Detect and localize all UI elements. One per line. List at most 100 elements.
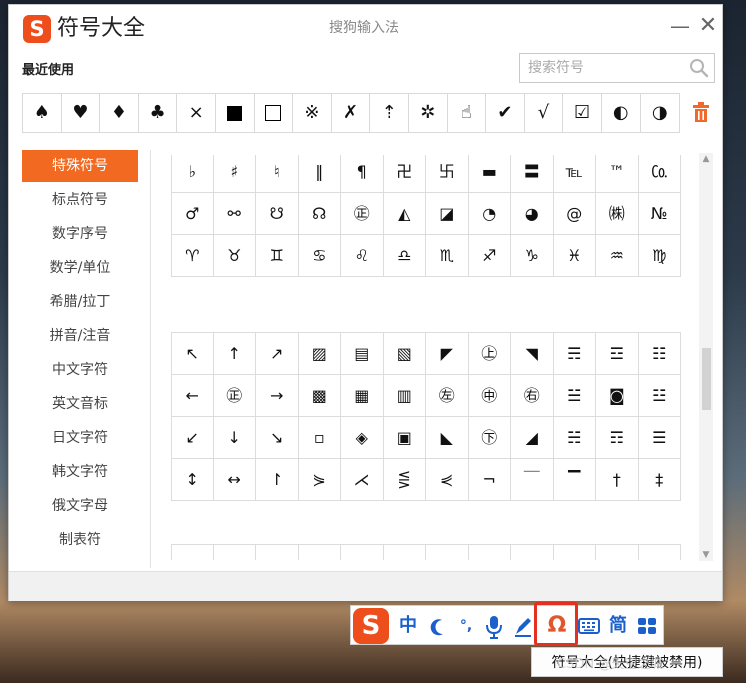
symbol-cell[interactable] — [214, 545, 256, 560]
symbol-cell[interactable]: ⋞ — [426, 459, 469, 501]
symbol-cell[interactable] — [384, 545, 426, 560]
symbol-cell[interactable] — [426, 545, 469, 560]
category-chinese-chars[interactable]: 中文字符 — [22, 354, 138, 386]
microphone-icon[interactable] — [483, 610, 505, 642]
symbol-cell[interactable]: ↑ — [213, 333, 256, 375]
symbol-cell[interactable]: ㊦ — [468, 417, 511, 459]
category-korean[interactable]: 韩文字符 — [22, 456, 138, 488]
minimize-button[interactable]: — — [667, 13, 693, 39]
symbol-cell[interactable]: ⚯ — [213, 193, 256, 235]
symbol-cell[interactable]: ▦ — [341, 375, 384, 417]
symbol-cell[interactable]: ♯ — [213, 155, 256, 193]
recent-symbol[interactable]: ◑ — [641, 94, 680, 132]
symbol-cell[interactable]: ㊨ — [511, 375, 554, 417]
category-numbers[interactable]: 数字序号 — [22, 218, 138, 250]
symbol-cell[interactable]: ™ — [596, 155, 639, 193]
symbol-cell[interactable]: ♉ — [213, 235, 256, 277]
symbol-cell[interactable]: ☊ — [298, 193, 341, 235]
symbol-cell[interactable]: ◙ — [596, 375, 639, 417]
symbol-cell[interactable] — [511, 545, 554, 560]
recent-symbol[interactable]: ☝ — [448, 94, 487, 132]
symbol-cell[interactable]: ↔ — [213, 459, 256, 501]
scroll-up-icon[interactable]: ▲ — [699, 153, 713, 165]
recent-symbol[interactable]: ✔ — [486, 94, 525, 132]
search-input[interactable] — [520, 54, 684, 82]
symbol-cell[interactable]: ☱ — [553, 375, 596, 417]
symbol-cell[interactable]: ♭ — [171, 155, 214, 193]
empty-square-symbol[interactable] — [255, 94, 294, 132]
symbol-cell[interactable]: ▨ — [298, 333, 341, 375]
symbol-cell[interactable]: ▫ — [298, 417, 341, 459]
symbol-cell[interactable]: ㊤ — [468, 333, 511, 375]
symbol-cell[interactable] — [596, 545, 639, 560]
symbol-cell[interactable]: ◪ — [426, 193, 469, 235]
symbol-cell[interactable]: ▤ — [341, 333, 384, 375]
toolbox-icon[interactable] — [635, 610, 659, 642]
symbol-cell[interactable]: ㏇ — [638, 155, 681, 193]
title-bar[interactable]: S 符号大全 搜狗输入法 — ✕ — [9, 5, 722, 53]
symbol-cell[interactable]: ☰ — [638, 417, 681, 459]
trash-icon[interactable] — [691, 101, 711, 123]
scrollbar-thumb[interactable] — [702, 348, 711, 410]
symbol-cell[interactable]: ◕ — [511, 193, 554, 235]
simplified-toggle-button[interactable]: 简 — [605, 610, 631, 642]
recent-symbol[interactable]: ✲ — [409, 94, 448, 132]
symbol-cell[interactable]: 〓 — [511, 155, 554, 193]
category-box-drawing[interactable]: 制表符 — [22, 524, 138, 556]
symbol-cell[interactable]: ↘ — [256, 417, 299, 459]
symbol-cell[interactable]: ♎ — [383, 235, 426, 277]
recent-symbol[interactable]: ◐ — [602, 94, 641, 132]
symbol-cell[interactable]: ⋌ — [341, 459, 384, 501]
symbol-cell[interactable]: ☶ — [596, 417, 639, 459]
symbol-cell[interactable]: ☋ — [256, 193, 299, 235]
symbol-cell[interactable]: ¶ — [341, 155, 384, 193]
recent-symbol[interactable]: ✗ — [332, 94, 371, 132]
symbol-cell[interactable]: † — [596, 459, 639, 501]
symbol-cell[interactable]: ‖ — [298, 155, 341, 193]
category-punctuation[interactable]: 标点符号 — [22, 184, 138, 216]
symbol-cell[interactable]: ↾ — [256, 459, 299, 501]
recent-symbol[interactable]: ♣ — [139, 94, 178, 132]
symbol-cell[interactable]: ‡ — [638, 459, 681, 501]
symbol-cell[interactable]: ◢ — [511, 417, 554, 459]
language-toggle-button[interactable]: 中 — [395, 610, 421, 642]
recent-symbol[interactable]: ♥ — [62, 94, 101, 132]
filled-square-symbol[interactable] — [216, 94, 255, 132]
recent-symbol[interactable]: ⇡ — [370, 94, 409, 132]
category-japanese[interactable]: 日文字符 — [22, 422, 138, 454]
symbol-cell[interactable]: ♍ — [638, 235, 681, 277]
symbol-cell[interactable] — [469, 545, 511, 560]
omega-symbol-button[interactable]: Ω — [543, 610, 571, 642]
symbol-cell[interactable]: ▔ — [553, 459, 596, 501]
symbol-cell[interactable]: @ — [553, 193, 596, 235]
symbol-cell[interactable] — [299, 545, 341, 560]
half-width-moon-icon[interactable] — [427, 610, 449, 642]
symbol-cell[interactable]: ◥ — [511, 333, 554, 375]
symbol-cell[interactable]: ⋚ — [383, 459, 426, 501]
close-button[interactable]: ✕ — [695, 13, 721, 39]
symbol-cell[interactable]: ㊣ — [341, 193, 384, 235]
symbol-cell[interactable]: ☳ — [638, 375, 681, 417]
recent-symbol[interactable]: × — [177, 94, 216, 132]
symbol-cell[interactable]: ㊣ — [213, 375, 256, 417]
symbol-cell[interactable]: ↙ — [171, 417, 214, 459]
symbol-cell[interactable]: ☵ — [553, 417, 596, 459]
search-box[interactable] — [519, 53, 715, 83]
symbol-cell[interactable] — [171, 545, 214, 560]
symbol-cell[interactable]: ♐ — [468, 235, 511, 277]
symbol-cell[interactable]: ♌ — [341, 235, 384, 277]
symbol-cell[interactable] — [341, 545, 384, 560]
symbol-cell[interactable]: ♊ — [256, 235, 299, 277]
symbol-cell[interactable]: ▧ — [383, 333, 426, 375]
category-russian[interactable]: 俄文字母 — [22, 490, 138, 522]
symbol-cell[interactable]: ↖ — [171, 333, 214, 375]
symbol-cell[interactable]: → — [256, 375, 299, 417]
symbol-cell[interactable]: ☷ — [638, 333, 681, 375]
recent-symbol[interactable]: √ — [525, 94, 564, 132]
recent-symbol[interactable]: ♠ — [23, 94, 62, 132]
skin-pen-icon[interactable] — [511, 610, 535, 642]
symbol-cell[interactable]: ♏ — [426, 235, 469, 277]
symbol-cell[interactable]: ㊥ — [468, 375, 511, 417]
symbol-cell[interactable]: ↕ — [171, 459, 214, 501]
symbol-cell[interactable]: ◔ — [468, 193, 511, 235]
